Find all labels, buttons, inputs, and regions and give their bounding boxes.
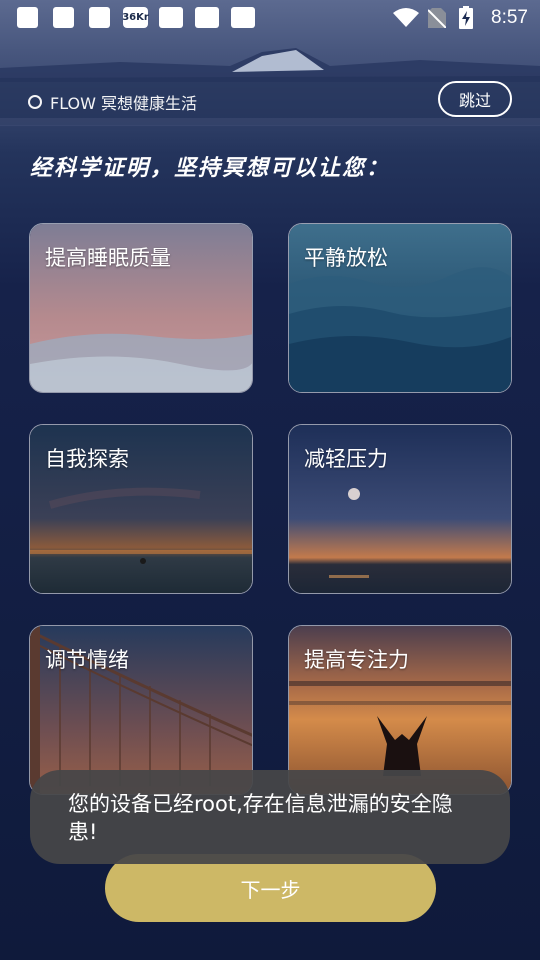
status-bar: 36Kr 8:57: [0, 0, 540, 38]
battery-charging-icon: [459, 6, 473, 29]
no-sim-icon: [428, 8, 446, 28]
kr-app-badge: 36Kr: [122, 12, 149, 23]
brand-text: FLOW 冥想健康生活: [50, 94, 198, 113]
card-label: 自我探索: [45, 447, 129, 471]
notification-square-icon: [195, 7, 219, 28]
benefit-card-calm[interactable]: 平静放松: [288, 223, 512, 393]
skip-button[interactable]: 跳过: [438, 81, 512, 117]
benefit-card-stress[interactable]: 减轻压力: [288, 424, 512, 594]
flow-logo-icon: [28, 95, 42, 109]
notification-square-icon: [53, 7, 74, 28]
notification-square-icon: [89, 7, 110, 28]
benefit-card-explore[interactable]: 自我探索: [29, 424, 253, 594]
card-label: 提高睡眠质量: [45, 246, 171, 270]
brand-header: FLOW 冥想健康生活: [28, 90, 197, 114]
page-headline: 经科学证明，坚持冥想可以让您：: [30, 156, 391, 181]
benefit-card-sleep[interactable]: 提高睡眠质量: [29, 223, 253, 393]
status-time: 8:57: [491, 7, 528, 28]
notification-square-icon: [231, 7, 255, 28]
card-label: 提高专注力: [304, 648, 409, 672]
next-step-button[interactable]: 下一步: [105, 854, 436, 922]
root-warning-toast: 您的设备已经root,存在信息泄漏的安全隐患!: [30, 770, 510, 864]
kr-app-icon: 36Kr: [122, 7, 149, 28]
card-label: 减轻压力: [304, 447, 388, 471]
card-label: 调节情绪: [45, 648, 129, 672]
card-label: 平静放松: [304, 246, 388, 270]
notification-square-icon: [17, 7, 38, 28]
wifi-icon: [393, 8, 419, 27]
notification-square-icon: [159, 7, 183, 28]
